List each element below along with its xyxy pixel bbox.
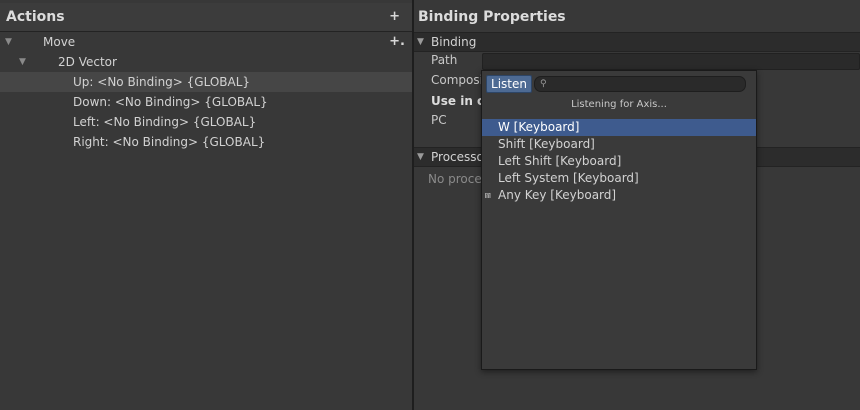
actions-panel: Actions + ▼ Move +. ▼ 2D Vector Up: <No … xyxy=(0,0,412,410)
tree-item-move[interactable]: ▼ Move +. xyxy=(0,32,412,52)
control-options-list: W [Keyboard] Shift [Keyboard] Left Shift… xyxy=(482,119,756,204)
search-icon: ⚲ xyxy=(540,79,547,89)
listening-status: Listening for Axis... xyxy=(571,99,667,110)
expand-arrow-icon[interactable]: ▼ xyxy=(19,52,26,72)
tree-item-up-binding[interactable]: Up: <No Binding> {GLOBAL} xyxy=(0,72,412,92)
search-input[interactable] xyxy=(551,77,739,91)
actions-title: Actions xyxy=(6,9,65,25)
option-w-keyboard[interactable]: W [Keyboard] xyxy=(482,119,756,136)
expand-arrow-icon[interactable]: ▼ xyxy=(5,32,12,52)
collapse-arrow-icon[interactable]: ▼ xyxy=(417,148,424,166)
option-label: Left Shift [Keyboard] xyxy=(498,154,622,168)
listen-button[interactable]: Listen xyxy=(486,75,532,93)
add-action-map-icon[interactable]: + xyxy=(389,9,400,24)
option-label: Any Key [Keyboard] xyxy=(498,188,617,202)
tree-item-2d-vector[interactable]: ▼ 2D Vector xyxy=(0,52,412,72)
option-left-system-keyboard[interactable]: Left System [Keyboard] xyxy=(482,170,756,187)
binding-section-header[interactable]: ▼ Binding xyxy=(414,32,860,52)
path-field[interactable] xyxy=(482,53,860,70)
path-label: Path xyxy=(431,53,458,67)
any-key-icon: ⩎ xyxy=(485,190,491,201)
binding-section-label: Binding xyxy=(431,35,477,49)
pc-scheme-label[interactable]: PC xyxy=(431,113,447,127)
tree-item-down-binding[interactable]: Down: <No Binding> {GLOBAL} xyxy=(0,92,412,112)
option-shift-keyboard[interactable]: Shift [Keyboard] xyxy=(482,136,756,153)
tree-item-label: Up: <No Binding> {GLOBAL} xyxy=(73,75,251,89)
binding-properties-title: Binding Properties xyxy=(418,9,566,25)
tree-item-label: 2D Vector xyxy=(58,55,117,69)
option-any-key-keyboard[interactable]: ⩎ Any Key [Keyboard] xyxy=(482,187,756,204)
option-label: Left System [Keyboard] xyxy=(498,171,639,185)
control-picker-popup: Listen ⚲ Listening for Axis... W [Keyboa… xyxy=(481,70,757,370)
add-binding-icon[interactable]: +. xyxy=(389,32,405,52)
collapse-arrow-icon[interactable]: ▼ xyxy=(417,33,424,51)
composite-label: Composi xyxy=(431,73,483,87)
option-label: W [Keyboard] xyxy=(498,120,580,134)
no-processors-text: No proce xyxy=(428,172,482,186)
input-actions-editor: Actions + ▼ Move +. ▼ 2D Vector Up: <No … xyxy=(0,0,860,410)
tree-item-left-binding[interactable]: Left: <No Binding> {GLOBAL} xyxy=(0,112,412,132)
option-label: Shift [Keyboard] xyxy=(498,137,595,151)
actions-tree: ▼ Move +. ▼ 2D Vector Up: <No Binding> {… xyxy=(0,32,412,152)
tree-item-label: Move xyxy=(43,35,76,49)
actions-header: Actions + xyxy=(0,3,412,32)
tree-item-label: Right: <No Binding> {GLOBAL} xyxy=(73,135,266,149)
tree-item-label: Left: <No Binding> {GLOBAL} xyxy=(73,115,257,129)
option-left-shift-keyboard[interactable]: Left Shift [Keyboard] xyxy=(482,153,756,170)
tree-item-right-binding[interactable]: Right: <No Binding> {GLOBAL} xyxy=(0,132,412,152)
tree-item-label: Down: <No Binding> {GLOBAL} xyxy=(73,95,268,109)
search-box[interactable]: ⚲ xyxy=(534,76,746,92)
processors-section-label: Processo xyxy=(431,150,484,164)
